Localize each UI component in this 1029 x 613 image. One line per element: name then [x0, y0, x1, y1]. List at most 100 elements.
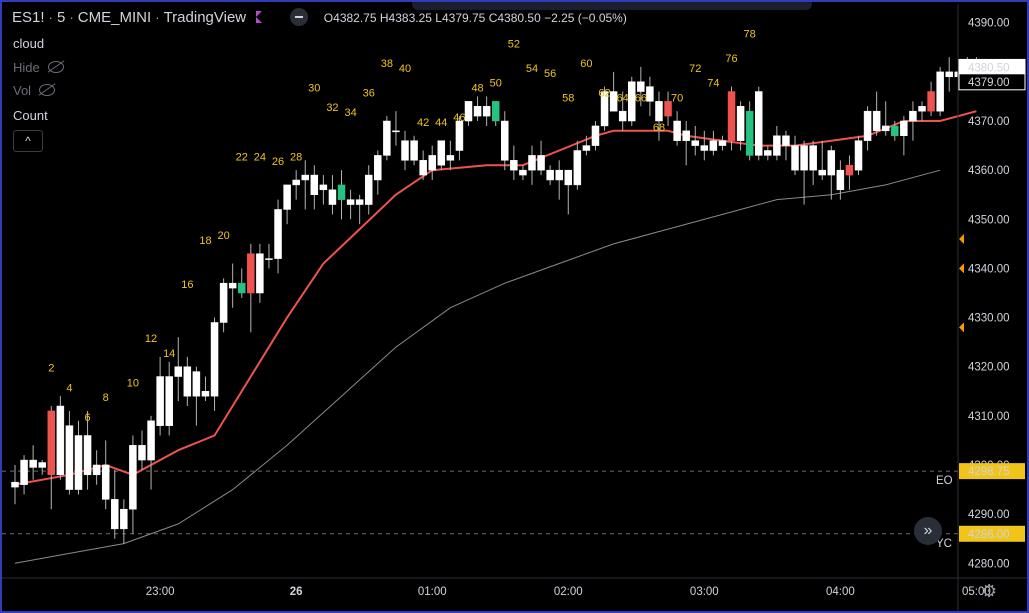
candle[interactable] [537, 140, 545, 176]
candle[interactable] [872, 91, 881, 136]
candle[interactable] [201, 376, 210, 402]
candle[interactable] [292, 170, 300, 200]
eye-hidden-icon[interactable] [47, 61, 64, 73]
candle[interactable] [120, 499, 128, 544]
candle[interactable] [383, 116, 391, 161]
candle[interactable] [909, 101, 917, 141]
candle[interactable] [809, 140, 817, 185]
candle[interactable] [818, 140, 826, 180]
candle[interactable] [428, 145, 436, 180]
candle[interactable] [727, 86, 736, 151]
candle[interactable] [555, 160, 563, 200]
candle[interactable] [573, 140, 582, 190]
candle[interactable] [129, 435, 137, 534]
candle[interactable] [764, 145, 772, 161]
candle[interactable] [192, 366, 201, 426]
alert-marker-icon[interactable] [959, 233, 964, 244]
candle[interactable] [510, 145, 518, 180]
candle[interactable] [682, 121, 690, 166]
candle[interactable] [147, 415, 155, 490]
candle[interactable] [782, 130, 790, 161]
candle[interactable] [791, 135, 799, 176]
candle[interactable] [319, 175, 328, 205]
candle[interactable] [374, 150, 382, 195]
candle[interactable] [863, 106, 872, 151]
candle[interactable] [401, 130, 409, 171]
candle[interactable] [328, 175, 337, 215]
interval[interactable]: 5 [57, 9, 65, 26]
symbol-name[interactable]: ES1! [12, 9, 45, 26]
minimize-icon[interactable] [289, 8, 308, 26]
candle[interactable] [446, 140, 455, 171]
candle[interactable] [355, 194, 364, 225]
candle[interactable] [38, 460, 46, 475]
candle[interactable] [20, 455, 28, 495]
alert-marker-icon[interactable] [959, 322, 964, 333]
candle[interactable] [519, 165, 527, 180]
candle[interactable] [927, 81, 935, 117]
indicator-vol[interactable]: Vol [13, 83, 56, 98]
candle[interactable] [700, 130, 709, 161]
candle[interactable] [174, 337, 183, 402]
candle[interactable] [845, 155, 854, 190]
candle[interactable] [310, 165, 319, 210]
candle[interactable] [238, 268, 246, 298]
candle[interactable] [709, 130, 718, 156]
candle[interactable] [800, 140, 808, 205]
candle[interactable] [854, 135, 863, 176]
candle[interactable] [265, 243, 273, 269]
indicator-cloud[interactable]: cloud [13, 36, 44, 51]
gear-icon[interactable]: ⚙ [981, 581, 997, 602]
candle[interactable] [673, 111, 681, 146]
candle[interactable] [773, 125, 781, 161]
candle[interactable] [138, 430, 146, 470]
candle[interactable] [274, 199, 282, 274]
candle[interactable] [47, 406, 56, 510]
candle[interactable] [156, 356, 164, 436]
candle[interactable] [74, 420, 83, 495]
candle[interactable] [473, 96, 482, 122]
candle[interactable] [92, 450, 101, 485]
indicator-hide[interactable]: Hide [13, 60, 64, 75]
flag-icon[interactable] [256, 11, 263, 23]
candle[interactable] [691, 125, 699, 156]
candle[interactable] [29, 445, 37, 480]
candle[interactable] [392, 111, 400, 146]
candle[interactable] [754, 86, 763, 161]
candle[interactable] [301, 160, 309, 210]
candle[interactable] [256, 243, 264, 303]
scroll-to-realtime-button[interactable]: » [914, 517, 942, 545]
candle[interactable] [165, 361, 173, 436]
candle[interactable] [491, 101, 500, 126]
collapse-indicators-button[interactable]: ^ [13, 130, 43, 152]
candle[interactable] [219, 278, 228, 333]
candle[interactable] [827, 145, 836, 200]
candle[interactable] [56, 396, 65, 480]
candle[interactable] [546, 165, 554, 185]
candle[interactable] [718, 135, 727, 151]
price-chart[interactable]: 24681012141618 2022 24 26 283032 343638 4042 44… [0, 0, 1029, 613]
candle[interactable] [482, 96, 491, 126]
candle[interactable] [228, 263, 237, 308]
candle[interactable] [364, 165, 373, 215]
candle[interactable] [410, 135, 418, 166]
alert-marker-icon[interactable] [959, 263, 964, 274]
candle[interactable] [591, 121, 600, 151]
candle[interactable] [945, 57, 953, 92]
candle[interactable] [346, 189, 355, 220]
candle[interactable] [918, 101, 926, 122]
candle[interactable] [501, 111, 509, 171]
indicator-count[interactable]: Count [13, 108, 48, 123]
candle[interactable] [646, 76, 654, 117]
candle[interactable] [936, 66, 944, 117]
candle[interactable] [210, 317, 219, 411]
eye-hidden-icon[interactable] [39, 84, 56, 96]
candle[interactable] [437, 140, 446, 171]
candle[interactable] [101, 440, 110, 510]
candle[interactable] [111, 469, 119, 539]
candle[interactable] [745, 101, 754, 161]
candle[interactable] [247, 243, 255, 333]
candle[interactable] [283, 184, 291, 225]
candle[interactable] [900, 116, 908, 156]
candle[interactable] [337, 170, 346, 220]
